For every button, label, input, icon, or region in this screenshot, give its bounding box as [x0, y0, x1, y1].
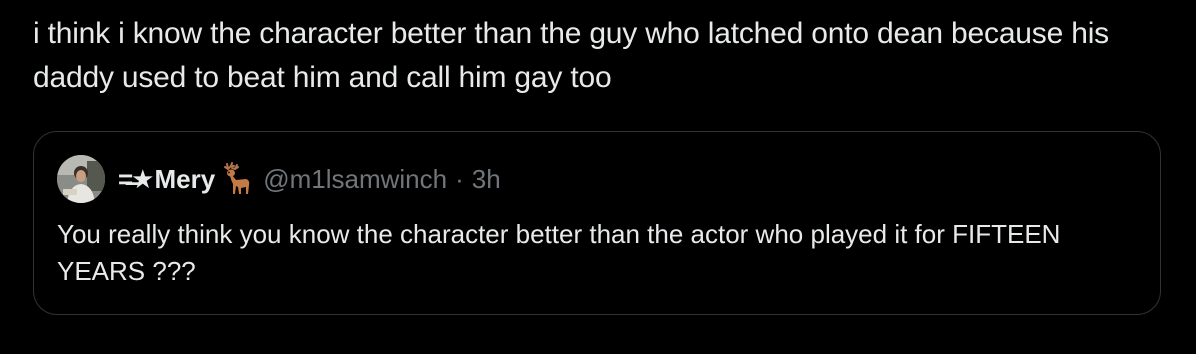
- quoted-tweet-author-row: =̶★ Mery @m1lsamwinch · 3h: [118, 162, 501, 196]
- display-name[interactable]: =̶★ Mery: [118, 162, 253, 196]
- separator-dot: ·: [455, 163, 464, 194]
- deer-icon: [219, 162, 253, 196]
- quoted-tweet-text: You really think you know the character …: [57, 219, 1061, 286]
- quoted-tweet-header: =̶★ Mery @m1lsamwinch · 3h: [57, 153, 501, 205]
- avatar[interactable]: [57, 155, 105, 203]
- display-name-text: Mery: [154, 163, 216, 194]
- tweet-text: i think i know the character better than…: [33, 17, 1109, 94]
- quoted-tweet-card[interactable]: =̶★ Mery @m1lsamwinch · 3h You really th…: [33, 131, 1161, 315]
- username[interactable]: @m1lsamwinch: [263, 164, 447, 195]
- name-prefix: =̶★: [118, 163, 154, 194]
- timestamp[interactable]: 3h: [472, 164, 501, 195]
